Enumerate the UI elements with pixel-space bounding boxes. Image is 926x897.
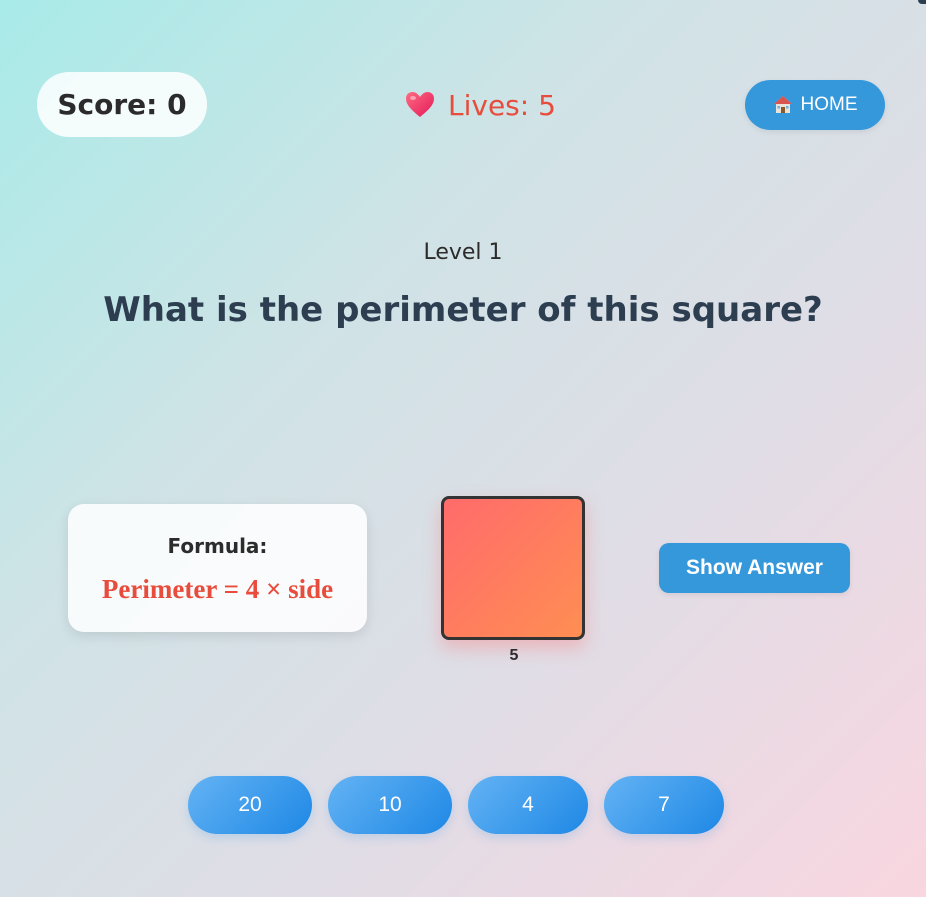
- score-text: Score: 0: [57, 88, 187, 121]
- answer-option-button[interactable]: 10: [328, 776, 452, 834]
- answer-option-button[interactable]: 4: [468, 776, 588, 834]
- answer-option-button[interactable]: 20: [188, 776, 312, 834]
- home-button[interactable]: HOME: [745, 80, 885, 130]
- home-button-label: HOME: [800, 94, 858, 115]
- heart-icon: [406, 92, 434, 117]
- question-text: What is the perimeter of this square?: [103, 290, 823, 330]
- formula-card: Formula: Perimeter = 4 × side: [68, 504, 367, 632]
- lives-display: Lives: 5: [404, 85, 556, 125]
- formula-text: Perimeter = 4 × side: [101, 574, 334, 604]
- side-length-label: 5: [509, 647, 519, 664]
- house-icon: [773, 96, 792, 113]
- show-answer-button[interactable]: Show Answer: [659, 543, 850, 593]
- square-shape: [441, 496, 585, 640]
- level-indicator: Level 1: [423, 240, 503, 265]
- answer-option-button[interactable]: 7: [604, 776, 724, 834]
- window-corner-mark: [918, 0, 926, 4]
- lives-text: Lives: 5: [448, 88, 556, 122]
- score-display: Score: 0: [37, 72, 207, 137]
- formula-label: Formula:: [167, 534, 268, 558]
- answer-options: 20 10 4 7: [188, 776, 724, 834]
